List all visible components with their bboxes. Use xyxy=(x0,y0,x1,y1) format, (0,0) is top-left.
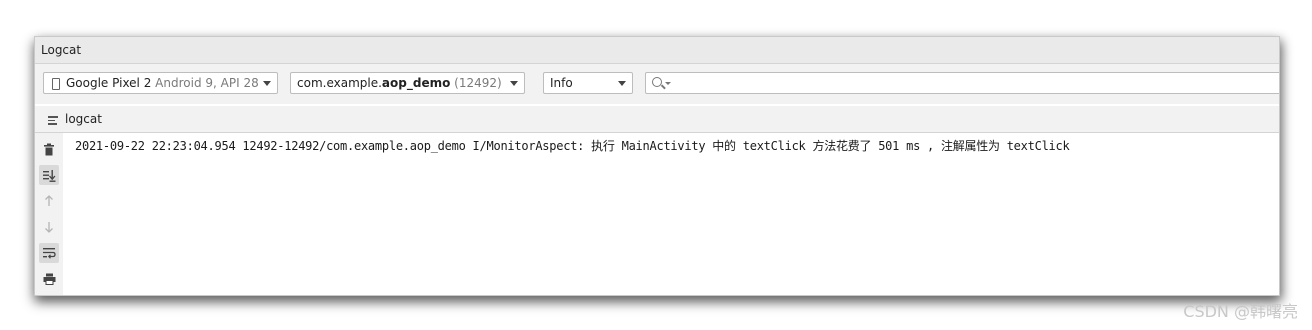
search-history-caret-icon[interactable] xyxy=(665,82,671,85)
list-icon xyxy=(48,116,58,125)
chevron-down-icon xyxy=(618,81,626,86)
phone-icon xyxy=(52,78,60,90)
device-detail: Android 9, API 28 xyxy=(155,76,259,90)
logcat-side-toolbar xyxy=(35,133,63,295)
tab-logcat[interactable]: logcat xyxy=(65,112,102,126)
print-button[interactable] xyxy=(39,269,59,289)
down-arrow-button[interactable] xyxy=(39,217,59,237)
up-arrow-button[interactable] xyxy=(39,191,59,211)
trash-icon xyxy=(44,143,54,155)
log-level-selector[interactable]: Info xyxy=(543,72,633,94)
chevron-down-icon xyxy=(263,81,271,86)
arrow-up-icon xyxy=(45,195,53,206)
process-selector[interactable]: com.example.aop_demo (12492) xyxy=(290,72,525,94)
log-line: 2021-09-22 22:23:04.954 12492-12492/com.… xyxy=(75,139,1070,153)
soft-wrap-button[interactable] xyxy=(39,243,59,263)
clear-logcat-button[interactable] xyxy=(39,139,59,159)
window-title: Logcat xyxy=(41,43,82,57)
device-name: Google Pixel 2 xyxy=(66,76,152,90)
process-prefix: com.example. xyxy=(297,76,382,90)
process-pid: (12492) xyxy=(454,76,502,90)
watermark: CSDN @韩曙亮 xyxy=(1183,302,1298,321)
soft-wrap-icon xyxy=(43,248,56,259)
logcat-toolbar: Google Pixel 2 Android 9, API 28 com.exa… xyxy=(35,64,1279,104)
log-level-value: Info xyxy=(550,76,573,90)
process-name: aop_demo xyxy=(381,76,451,90)
scroll-to-end-button[interactable] xyxy=(39,165,59,185)
logcat-window: Logcat Google Pixel 2 Android 9, API 28 … xyxy=(34,36,1280,296)
printer-icon xyxy=(43,273,55,285)
device-selector[interactable]: Google Pixel 2 Android 9, API 28 xyxy=(43,72,278,94)
search-icon xyxy=(652,77,662,87)
chevron-down-icon xyxy=(510,81,518,86)
arrow-down-icon xyxy=(45,222,53,233)
search-input[interactable] xyxy=(645,72,1279,94)
title-bar: Logcat xyxy=(35,37,1279,64)
log-output[interactable]: 2021-09-22 22:23:04.954 12492-12492/com.… xyxy=(63,133,1279,295)
logcat-tab-row: logcat xyxy=(35,106,1279,133)
scroll-to-end-icon xyxy=(43,169,56,182)
